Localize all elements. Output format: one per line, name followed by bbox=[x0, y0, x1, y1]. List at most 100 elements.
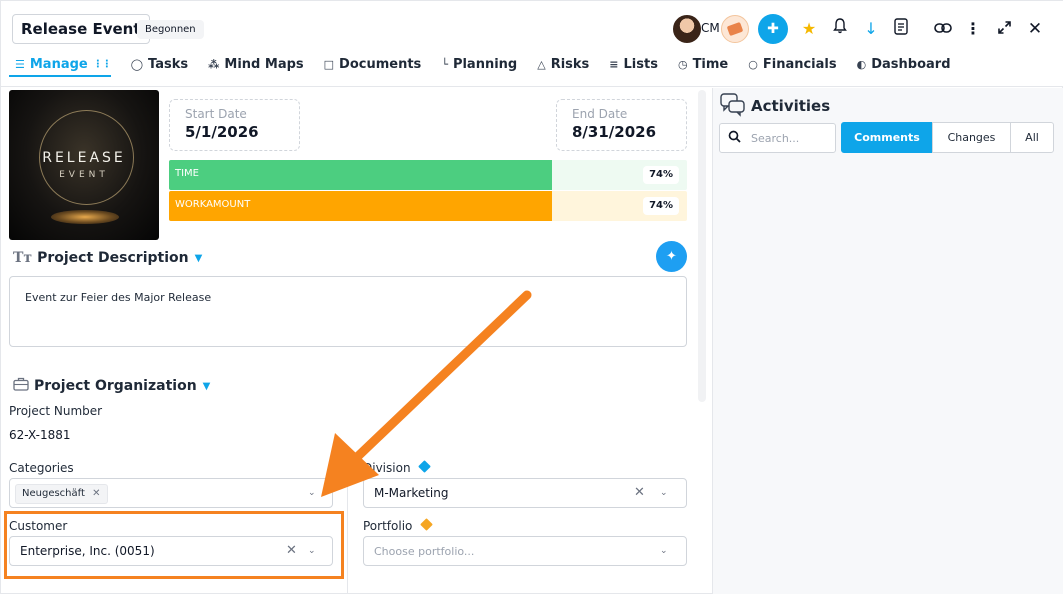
start-date-value: 5/1/2026 bbox=[185, 123, 259, 141]
description-header[interactable]: Tт Project Description ▼ bbox=[13, 250, 202, 266]
column-divider bbox=[347, 461, 348, 594]
tab-changes[interactable]: Changes bbox=[932, 122, 1011, 153]
owner-initials[interactable]: CM bbox=[701, 21, 720, 35]
header: Release Event Begonnen CM ✚ ★ ↓ ⋮ ✕ ☰ Ma… bbox=[1, 1, 1063, 87]
tab-financials[interactable]: ○ Financials bbox=[748, 53, 836, 75]
grid-dots-icon[interactable]: ⋮⋮ bbox=[93, 59, 112, 70]
check-circle-icon: ◯ bbox=[130, 57, 144, 71]
magic-wand-icon: ✦ bbox=[666, 249, 677, 264]
division-label: Division bbox=[363, 460, 432, 475]
dashboard-icon: ◐ bbox=[856, 57, 867, 71]
chevron-down-icon[interactable]: ⌄ bbox=[308, 488, 316, 498]
tab-label: Lists bbox=[623, 56, 658, 72]
tag-remove-icon[interactable]: ✕ bbox=[92, 488, 100, 499]
add-user-button[interactable]: ✚ bbox=[758, 14, 788, 44]
image-text-release: RELEASE bbox=[42, 150, 126, 166]
report-icon[interactable] bbox=[890, 18, 912, 40]
tab-time[interactable]: ◷ Time bbox=[678, 53, 728, 75]
chevron-down-icon[interactable]: ⌄ bbox=[660, 488, 668, 498]
start-date-field[interactable]: Start Date 5/1/2026 bbox=[169, 99, 300, 151]
time-progress-value: 74% bbox=[643, 166, 679, 184]
premium-diamond-icon bbox=[418, 460, 432, 473]
tab-mind-maps[interactable]: ⁂ Mind Maps bbox=[208, 53, 304, 75]
division-select[interactable]: M-Marketing ✕ ⌄ bbox=[363, 478, 687, 508]
tab-bar: ☰ Manage ⋮⋮ ◯ Tasks ⁂ Mind Maps □ Docume… bbox=[9, 53, 971, 79]
end-date-field[interactable]: End Date 8/31/2026 bbox=[556, 99, 687, 151]
folder-icon: □ bbox=[323, 57, 335, 71]
tab-manage[interactable]: ☰ Manage ⋮⋮ bbox=[9, 53, 112, 77]
close-icon[interactable]: ✕ bbox=[1024, 18, 1046, 40]
arrow-down-icon[interactable]: ↓ bbox=[860, 18, 882, 40]
image-stage bbox=[51, 210, 119, 224]
text-format-icon: Tт bbox=[13, 250, 33, 266]
favorite-star-icon[interactable]: ★ bbox=[798, 18, 820, 40]
time-progress-fill bbox=[169, 160, 553, 190]
activities-search-input[interactable]: Search... bbox=[719, 123, 836, 153]
project-image[interactable]: RELEASE EVENT bbox=[9, 90, 159, 240]
tab-label: Risks bbox=[550, 56, 590, 72]
tab-planning[interactable]: └ Planning bbox=[441, 53, 517, 75]
portfolio-placeholder: Choose portfolio... bbox=[374, 545, 475, 558]
status-badge[interactable]: Begonnen bbox=[137, 20, 204, 39]
list-icon: ≡ bbox=[609, 57, 619, 71]
workamount-progress-value: 74% bbox=[643, 197, 679, 215]
tab-label: Documents bbox=[339, 56, 422, 72]
customer-highlight-box bbox=[4, 511, 344, 579]
chevron-down-icon: ▼ bbox=[202, 380, 211, 392]
categories-label: Categories bbox=[9, 461, 74, 475]
tab-label: Time bbox=[692, 56, 729, 72]
tab-label: Mind Maps bbox=[224, 56, 304, 72]
portfolio-select[interactable]: Choose portfolio... ⌄ bbox=[363, 536, 687, 566]
project-number-label: Project Number bbox=[9, 404, 103, 418]
chevron-down-icon: ▼ bbox=[194, 252, 203, 264]
ai-magic-button[interactable]: ✦ bbox=[656, 241, 687, 272]
workamount-progress-bar: WORKAMOUNT 74% bbox=[169, 191, 687, 221]
description-textarea[interactable]: Event zur Feier des Major Release bbox=[9, 276, 687, 347]
clock-icon: ◷ bbox=[677, 57, 688, 71]
bell-icon[interactable] bbox=[829, 18, 851, 40]
end-date-value: 8/31/2026 bbox=[572, 123, 657, 141]
company-logo[interactable] bbox=[721, 15, 749, 43]
tab-documents[interactable]: □ Documents bbox=[324, 53, 422, 75]
more-vertical-icon[interactable]: ⋮ bbox=[962, 18, 984, 40]
tab-tasks[interactable]: ◯ Tasks bbox=[131, 53, 188, 75]
tab-risks[interactable]: △ Risks bbox=[537, 53, 589, 75]
activities-panel: Activities Search... Comments Changes Al… bbox=[712, 88, 1063, 594]
chevron-down-icon[interactable]: ⌄ bbox=[660, 546, 668, 556]
tab-comments[interactable]: Comments bbox=[841, 122, 933, 153]
link-icon[interactable] bbox=[932, 18, 954, 40]
premium-diamond-icon bbox=[420, 518, 434, 531]
coins-icon: ○ bbox=[748, 57, 758, 71]
expand-icon[interactable] bbox=[993, 18, 1015, 40]
organization-header[interactable]: Project Organization ▼ bbox=[13, 377, 210, 395]
division-label-text: Division bbox=[363, 461, 411, 475]
start-date-label: Start Date bbox=[185, 107, 247, 121]
tab-dashboard[interactable]: ◐ Dashboard bbox=[857, 53, 951, 75]
workamount-progress-label: WORKAMOUNT bbox=[175, 199, 251, 210]
tab-label: Tasks bbox=[148, 56, 189, 72]
tab-all[interactable]: All bbox=[1010, 122, 1054, 153]
time-progress-bar: TIME 74% bbox=[169, 160, 687, 190]
portfolio-label: Portfolio bbox=[363, 518, 434, 533]
clear-icon[interactable]: ✕ bbox=[634, 485, 645, 500]
organization-title: Project Organization bbox=[34, 378, 197, 394]
image-text-event: EVENT bbox=[59, 170, 109, 180]
scrollbar[interactable] bbox=[698, 90, 706, 402]
warning-icon: △ bbox=[537, 57, 546, 71]
category-tag[interactable]: Neugeschäft ✕ bbox=[15, 484, 108, 504]
project-title[interactable]: Release Event bbox=[12, 14, 150, 44]
search-icon bbox=[728, 130, 741, 147]
project-window: Release Event Begonnen CM ✚ ★ ↓ ⋮ ✕ ☰ Ma… bbox=[0, 0, 1063, 594]
sliders-icon: ☰ bbox=[15, 57, 25, 71]
portfolio-label-text: Portfolio bbox=[363, 519, 413, 533]
tab-label: Manage bbox=[29, 56, 88, 72]
categories-select[interactable]: Neugeschäft ✕ ⌄ bbox=[9, 478, 333, 508]
add-user-icon: ✚ bbox=[767, 21, 779, 37]
avatar[interactable] bbox=[672, 14, 702, 44]
tab-lists[interactable]: ≡ Lists bbox=[609, 53, 658, 75]
end-date-label: End Date bbox=[572, 107, 628, 121]
chat-bubbles-icon bbox=[720, 93, 746, 122]
mind-map-icon: ⁂ bbox=[208, 57, 220, 71]
category-tag-label: Neugeschäft bbox=[22, 488, 85, 499]
briefcase-icon bbox=[13, 377, 29, 395]
